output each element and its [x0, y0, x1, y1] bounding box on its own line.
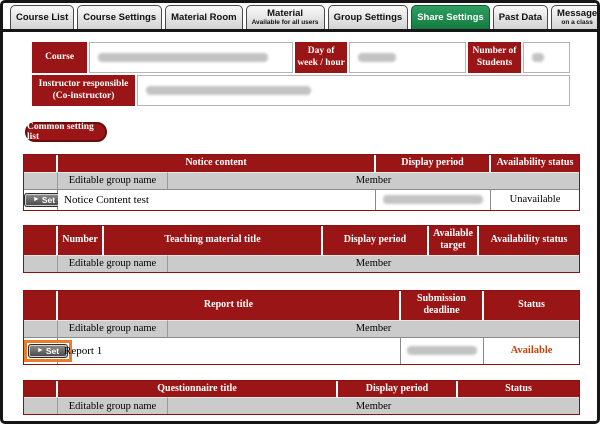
set-cell: ► Set	[24, 337, 58, 364]
member-header: Member	[168, 172, 579, 189]
editable-group-name-header: Editable group name	[58, 255, 168, 272]
editable-group-name-header: Editable group name	[58, 397, 168, 414]
report-title-cell: Report 1	[58, 337, 401, 364]
tab-material-all-users[interactable]: Material Available for all users	[246, 5, 325, 29]
report-title-header: Report title	[58, 291, 401, 320]
tab-material-room[interactable]: Material Room	[165, 5, 242, 29]
tab-course-settings[interactable]: Course Settings	[77, 5, 162, 29]
report-set-button[interactable]: ► Set	[28, 344, 68, 358]
tab-group-settings[interactable]: Group Settings	[328, 5, 409, 29]
tab-share-settings[interactable]: Share Settings	[411, 5, 490, 29]
submission-deadline-header: Submission deadline	[401, 291, 484, 320]
tab-course-list[interactable]: Course List	[10, 5, 74, 29]
tab-label: Material Room	[171, 12, 236, 23]
subheader-spacer	[24, 172, 58, 189]
tab-past-data[interactable]: Past Data	[493, 5, 548, 29]
instructor-label: Instructor responsible (Co-instructor)	[32, 75, 135, 106]
tab-message[interactable]: Message on a class	[551, 5, 600, 29]
availability-status-header: Availability status	[491, 155, 579, 172]
tab-sublabel: Available for all users	[252, 19, 319, 26]
tab-bar: Course List Course Settings Material Roo…	[3, 3, 597, 32]
display-period-header: Display period	[338, 381, 458, 398]
set-arrow-icon: ►	[37, 347, 44, 354]
redacted-deadline	[407, 346, 477, 355]
report-header-row: Report title Submission deadline Status	[24, 291, 579, 320]
number-header: Number	[58, 226, 104, 255]
course-value	[89, 42, 293, 73]
display-period-header: Display period	[323, 226, 429, 255]
tab-label: Group Settings	[334, 12, 403, 23]
member-header: Member	[168, 320, 579, 337]
report-status-cell: Available	[484, 337, 579, 364]
questionnaire-title-header: Questionnaire title	[58, 381, 338, 398]
day-of-week-label: Day of week / hour	[295, 42, 347, 73]
header-spacer	[24, 155, 58, 172]
questionnaire-subheader-row: Editable group name Member	[24, 397, 579, 414]
display-period-header: Display period	[376, 155, 491, 172]
course-label: Course	[32, 42, 87, 73]
report-table: Report title Submission deadline Status …	[23, 290, 580, 365]
tab-label: Material	[267, 8, 303, 19]
material-header-row: Number Teaching material title Display p…	[24, 226, 579, 255]
notice-table: Notice content Display period Availabili…	[23, 154, 580, 211]
status-header: Status	[458, 381, 579, 398]
redacted-student-count	[532, 53, 544, 62]
status-header: Status	[484, 291, 579, 320]
member-header: Member	[168, 255, 579, 272]
set-button-label: Set	[46, 346, 59, 356]
available-target-header: Available target	[429, 226, 479, 255]
redacted-course-name	[98, 53, 268, 62]
course-info: Course Day of week / hour Number of Stud…	[32, 42, 570, 106]
report-deadline-cell	[401, 337, 484, 364]
material-title-header: Teaching material title	[104, 226, 323, 255]
editable-group-name-header: Editable group name	[58, 172, 168, 189]
report-subheader-row: Editable group name Member	[24, 320, 579, 337]
page-content: Course Day of week / hour Number of Stud…	[3, 42, 597, 415]
subheader-spacer	[24, 320, 58, 337]
questionnaire-table: Questionnaire title Display period Statu…	[23, 380, 580, 416]
students-value	[523, 42, 570, 73]
redacted-display-period	[383, 195, 483, 204]
students-label: Number of Students	[468, 42, 520, 73]
tab-label: Message	[557, 8, 597, 19]
set-arrow-icon: ►	[33, 196, 40, 203]
questionnaire-header-row: Questionnaire title Display period Statu…	[24, 381, 579, 398]
header-spacer	[24, 226, 58, 255]
notice-content-header: Notice content	[58, 155, 376, 172]
tab-sublabel: on a class	[561, 19, 592, 26]
notice-subheader-row: Editable group name Member	[24, 172, 579, 189]
teaching-material-table: Number Teaching material title Display p…	[23, 225, 580, 273]
notice-title-cell: Notice Content test	[58, 189, 376, 210]
day-of-week-value	[349, 42, 466, 73]
material-subheader-row: Editable group name Member	[24, 255, 579, 272]
set-cell: ► Set	[24, 189, 58, 210]
subheader-spacer	[24, 397, 58, 414]
tab-label: Course Settings	[83, 12, 156, 23]
availability-status-header: Availability status	[479, 226, 579, 255]
notice-row: ► Set Notice Content test Unavailable	[24, 189, 579, 210]
tab-label: Past Data	[499, 12, 542, 23]
common-setting-list-button[interactable]: Common setting list	[25, 122, 107, 142]
header-spacer	[24, 291, 58, 320]
instructor-value	[137, 75, 570, 106]
set-button-label: Set	[42, 195, 55, 205]
report-row: ► Set Report 1 Available	[24, 337, 579, 364]
redacted-day-hour	[358, 53, 396, 62]
notice-header-row: Notice content Display period Availabili…	[24, 155, 579, 172]
redacted-instructor-names	[146, 86, 311, 95]
header-spacer	[24, 381, 58, 398]
member-header: Member	[168, 397, 579, 414]
tab-label: Course List	[16, 12, 68, 23]
app-window: Course List Course Settings Material Roo…	[0, 0, 600, 424]
subheader-spacer	[24, 255, 58, 272]
editable-group-name-header: Editable group name	[58, 320, 168, 337]
notice-period-cell	[376, 189, 491, 210]
tab-label: Share Settings	[417, 12, 484, 23]
notice-status-cell: Unavailable	[491, 189, 579, 210]
